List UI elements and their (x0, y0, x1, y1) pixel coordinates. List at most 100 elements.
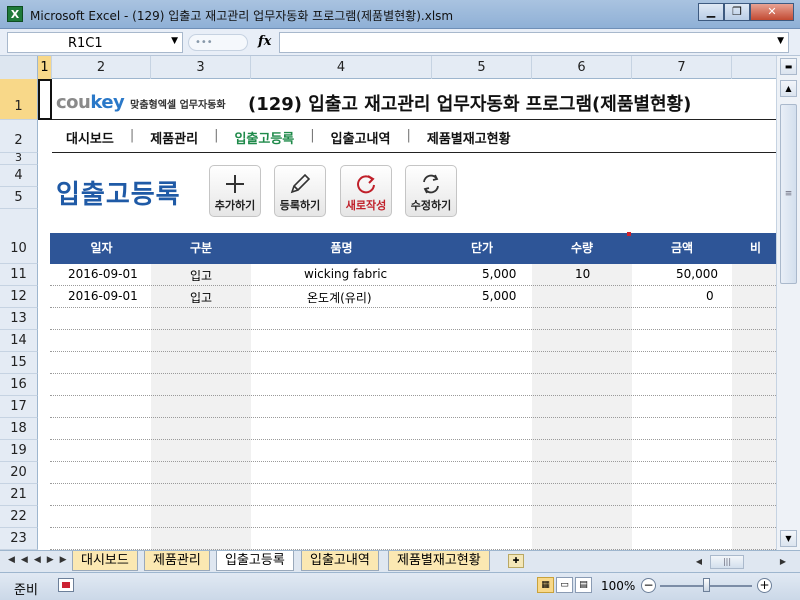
column-header[interactable]: 4 (251, 56, 432, 79)
zoom-level[interactable]: 100% (601, 579, 635, 593)
row-header[interactable]: 20 (0, 462, 38, 484)
scroll-left-icon[interactable]: ◀ (692, 554, 706, 570)
header-qty: 수량 (570, 241, 594, 255)
add-button[interactable]: 추가하기 (209, 165, 261, 217)
row-header[interactable]: 16 (0, 374, 38, 396)
fx-icon[interactable]: fx (258, 34, 271, 49)
new-entry-button-label: 새로작성 (345, 199, 387, 212)
page-layout-icon[interactable]: ▭ (556, 577, 573, 593)
brand-subtitle: 맞춤형엑셀 업무자동화 (130, 100, 226, 111)
cell-amount[interactable]: 50,000 (676, 267, 718, 281)
cell-item[interactable]: wicking fabric (304, 267, 387, 281)
ready-status: 준비 (14, 583, 38, 598)
row-header[interactable]: 2 (0, 120, 38, 153)
nav-dashboard[interactable]: 대시보드 (60, 128, 120, 147)
cell-type[interactable]: 입고 (190, 289, 212, 306)
nav-product-stock[interactable]: 제품별재고현황 (421, 128, 517, 147)
coukey-logo: coukey (56, 92, 125, 113)
formula-input[interactable]: ▼ (279, 32, 789, 53)
row-header[interactable]: 4 (0, 165, 38, 187)
worksheet[interactable]: 1 2 3 4 5 6 7 1 2 3 4 5 10 11 12 13 14 1… (0, 56, 776, 550)
row-header[interactable]: 18 (0, 418, 38, 440)
close-icon[interactable]: ✕ (750, 3, 794, 21)
view-switcher: ▦ ▭ ▤ (537, 577, 592, 593)
cell-date[interactable]: 2016-09-01 (68, 289, 138, 303)
new-entry-button[interactable]: 새로작성 (340, 165, 392, 217)
cell-item[interactable]: 온도계(유리) (307, 289, 372, 306)
row-divider (50, 439, 776, 440)
nav-separator: | (310, 128, 315, 143)
select-all-corner[interactable] (0, 56, 38, 79)
sheet-tab[interactable]: 입출고내역 (301, 551, 379, 571)
zoom-out-icon[interactable]: − (641, 578, 656, 593)
scroll-up-icon[interactable]: ▲ (780, 80, 797, 97)
cell-type[interactable]: 입고 (190, 267, 212, 284)
zoom-slider-thumb[interactable] (703, 578, 710, 592)
scroll-right-icon[interactable]: ▶ (776, 554, 790, 570)
name-box-value: R1C1 (68, 36, 103, 51)
title-divider (52, 119, 776, 120)
column-header[interactable]: 5 (432, 56, 532, 79)
nav-products[interactable]: 제품관리 (144, 128, 204, 147)
cell-date[interactable]: 2016-09-01 (68, 267, 138, 281)
column-header[interactable]: 7 (632, 56, 732, 79)
header-note: 비 (750, 241, 762, 255)
row-header[interactable]: 19 (0, 440, 38, 462)
nav-separator: | (129, 128, 135, 143)
horizontal-scrollbar[interactable]: ◀ ||| ▶ (688, 554, 796, 570)
row-header[interactable]: 23 (0, 528, 38, 550)
nav-divider (52, 152, 776, 153)
row-header[interactable]: 1 (0, 79, 38, 120)
row-header[interactable]: 5 (0, 187, 38, 209)
page-break-icon[interactable]: ▤ (575, 577, 592, 593)
column-header-partial[interactable] (732, 56, 776, 79)
row-header[interactable]: 10 (0, 209, 38, 264)
restore-icon[interactable]: ❐ (724, 3, 750, 21)
zoom-in-icon[interactable]: + (757, 578, 772, 593)
cell-qty[interactable]: 10 (575, 267, 590, 281)
row-header[interactable]: 21 (0, 484, 38, 506)
row-header[interactable]: 11 (0, 264, 38, 286)
chevron-down-icon[interactable]: ▼ (171, 36, 178, 46)
vertical-scrollbar[interactable]: ▬ ▲ ≡ ▼ (776, 56, 800, 550)
sheet-tab[interactable]: 대시보드 (72, 551, 138, 571)
scroll-down-icon[interactable]: ▼ (780, 530, 797, 547)
row-header[interactable]: 17 (0, 396, 38, 418)
name-box[interactable]: R1C1 ▼ (7, 32, 183, 53)
macro-record-icon[interactable] (58, 578, 74, 592)
cell-price[interactable]: 5,000 (482, 289, 516, 303)
column-header[interactable]: 2 (52, 56, 151, 79)
column-header[interactable]: 3 (151, 56, 251, 79)
split-box-icon[interactable]: ▬ (780, 58, 797, 75)
edit-button[interactable]: 수정하기 (405, 165, 457, 217)
horizontal-scroll-thumb[interactable]: ||| (710, 555, 744, 569)
row-header[interactable]: 13 (0, 308, 38, 330)
formula-oval: ••• (188, 34, 248, 51)
insert-sheet-icon[interactable]: ✚ (508, 554, 524, 568)
sheet-tab[interactable]: 제품별재고현황 (388, 551, 490, 571)
nav-stock-entry[interactable]: 입출고등록 (228, 128, 300, 147)
nav-stock-history[interactable]: 입출고내역 (325, 128, 397, 147)
scroll-thumb[interactable]: ≡ (780, 104, 797, 284)
cell-amount[interactable]: 0 (706, 289, 714, 303)
normal-view-icon[interactable]: ▦ (537, 577, 554, 593)
cell-price[interactable]: 5,000 (482, 267, 516, 281)
row-header[interactable]: 3 (0, 152, 38, 165)
row-header[interactable]: 14 (0, 330, 38, 352)
sheet-tab[interactable]: 제품관리 (144, 551, 210, 571)
register-button[interactable]: 등록하기 (274, 165, 326, 217)
row-divider (50, 351, 776, 352)
register-button-label: 등록하기 (279, 199, 321, 212)
header-price: 단가 (470, 241, 494, 255)
sheet-tab-active[interactable]: 입출고등록 (216, 551, 294, 571)
expand-formula-icon[interactable]: ▼ (777, 36, 784, 46)
row-header[interactable]: 15 (0, 352, 38, 374)
column-header[interactable]: 1 (38, 56, 52, 79)
sync-arrows-icon (406, 166, 456, 200)
column-header[interactable]: 6 (532, 56, 632, 79)
row-header[interactable]: 22 (0, 506, 38, 528)
excel-icon[interactable]: X (7, 6, 23, 22)
row-header[interactable]: 12 (0, 286, 38, 308)
minimize-icon[interactable]: ▁ (698, 3, 724, 21)
window-controls: ▁ ❐ ✕ (698, 3, 794, 21)
